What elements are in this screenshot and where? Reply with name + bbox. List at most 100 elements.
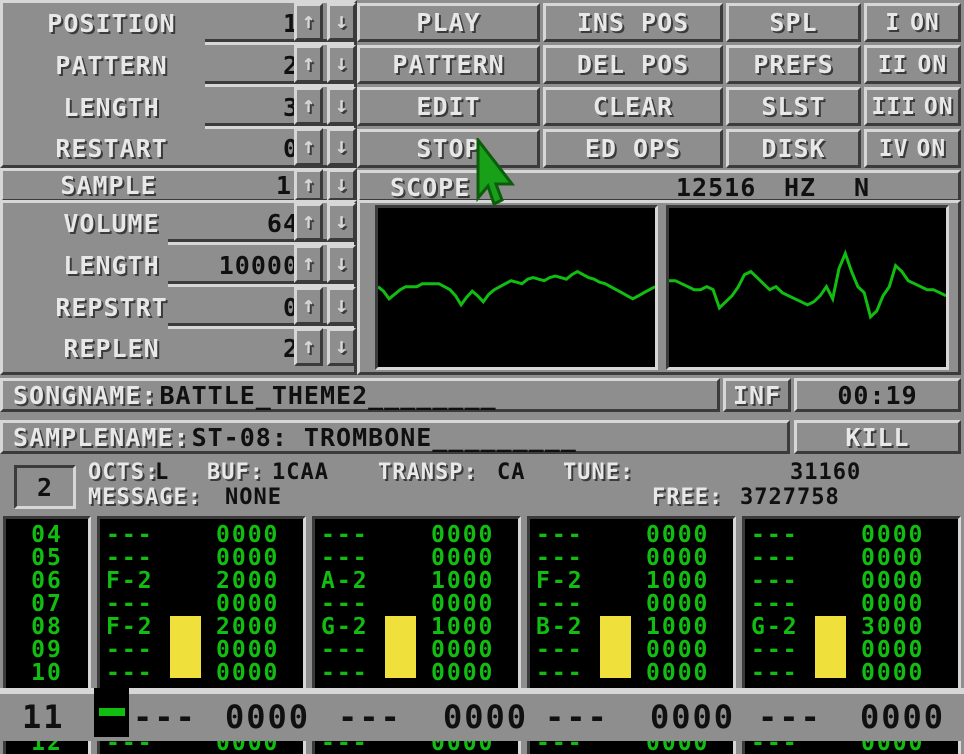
position-down-button[interactable]: ↓ bbox=[327, 3, 356, 41]
pattern-effect: 1000 bbox=[431, 614, 495, 640]
scope-status-bar[interactable]: SCOPE 12516 HZ N bbox=[357, 170, 961, 202]
pattern-down-button[interactable]: ↓ bbox=[327, 45, 356, 83]
pattern-cell[interactable]: --- 0000 bbox=[315, 639, 518, 662]
channel-4-vu-bar bbox=[815, 616, 846, 678]
spl-label: SPL bbox=[769, 8, 818, 37]
repstrt-down-button[interactable]: ↓ bbox=[327, 287, 356, 325]
length-down-button[interactable]: ↓ bbox=[327, 87, 356, 125]
clear-button[interactable]: CLEAR bbox=[543, 87, 723, 126]
samplename-field[interactable]: SAMPLENAME: ST-08: TROMBONE_________ bbox=[0, 420, 790, 454]
pattern-cell[interactable]: --- 0000 bbox=[745, 593, 958, 616]
current-edit-row[interactable]: 11 --- 0000 --- 0000 --- 0000 --- 0000 bbox=[0, 688, 964, 737]
pattern-channel-2[interactable]: --- 0000 --- 0000 A-2 1000 --- 0000 G-2 1000 --- 00… bbox=[312, 516, 521, 691]
pattern-cell[interactable]: --- 0000 bbox=[530, 524, 733, 547]
pattern-effect: 0000 bbox=[861, 568, 925, 594]
pattern-cell[interactable]: --- 0000 bbox=[100, 547, 303, 570]
pattern-button[interactable]: PATTERN bbox=[357, 45, 540, 84]
songname-value: BATTLE_THEME2________ bbox=[159, 380, 497, 410]
pattern-cell[interactable]: --- 0000 bbox=[100, 662, 303, 685]
pattern-channel-4[interactable]: --- 0000 --- 0000 --- 0000 --- 0000 G-2 3000 --- 00… bbox=[742, 516, 961, 691]
scope-left[interactable] bbox=[375, 205, 658, 370]
songname-field[interactable]: SONGNAME: BATTLE_THEME2________ bbox=[0, 378, 720, 412]
kill-button[interactable]: KILL bbox=[794, 420, 961, 454]
sample-label: SAMPLE bbox=[60, 170, 157, 200]
sample-length-value: 10000 bbox=[218, 250, 299, 280]
pattern-cell[interactable]: G-2 1000 bbox=[315, 616, 518, 639]
edit-label: EDIT bbox=[416, 92, 481, 121]
pattern-cell[interactable]: --- 0000 bbox=[745, 639, 958, 662]
pattern-note: A-2 bbox=[321, 568, 369, 594]
ed-ops-button[interactable]: ED OPS bbox=[543, 129, 723, 168]
pattern-channel-1[interactable]: --- 0000 --- 0000 F-2 2000 --- 0000 F-2 2000 --- 00… bbox=[97, 516, 306, 691]
pattern-cell[interactable]: --- 0000 bbox=[745, 570, 958, 593]
disk-button[interactable]: DISK bbox=[726, 129, 861, 168]
pattern-cell[interactable]: --- 0000 bbox=[530, 547, 733, 570]
pattern-cell[interactable]: F-2 2000 bbox=[100, 616, 303, 639]
ed-ops-label: ED OPS bbox=[584, 134, 682, 163]
scope-right[interactable] bbox=[666, 205, 949, 370]
pattern-cell[interactable]: --- 0000 bbox=[100, 524, 303, 547]
pattern-note: --- bbox=[751, 522, 799, 548]
slst-button[interactable]: SLST bbox=[726, 87, 861, 126]
pattern-cell[interactable]: --- 0000 bbox=[745, 547, 958, 570]
row-number-column: 04 05 06 07 08 09 10 bbox=[3, 516, 91, 691]
arrow-up-icon: ↑ bbox=[301, 9, 316, 34]
restart-down-button[interactable]: ↓ bbox=[327, 128, 356, 166]
del-pos-button[interactable]: DEL POS bbox=[543, 45, 723, 84]
channel-2-toggle[interactable]: II ON bbox=[864, 45, 961, 84]
sample-down-button[interactable]: ↓ bbox=[327, 169, 356, 201]
volume-up-button[interactable]: ↑ bbox=[294, 203, 323, 241]
pattern-cell[interactable]: --- 0000 bbox=[100, 639, 303, 662]
pattern-cell[interactable]: F-2 1000 bbox=[530, 570, 733, 593]
repstrt-up-button[interactable]: ↑ bbox=[294, 287, 323, 325]
scope-right-waveform bbox=[669, 249, 946, 320]
inf-button[interactable]: INF bbox=[723, 378, 791, 412]
channel-3-toggle[interactable]: III ON bbox=[864, 87, 961, 126]
replen-down-button[interactable]: ↓ bbox=[327, 328, 356, 366]
volume-down-button[interactable]: ↓ bbox=[327, 203, 356, 241]
sample-length-up-button[interactable]: ↑ bbox=[294, 245, 323, 283]
restart-up-button[interactable]: ↑ bbox=[294, 128, 323, 166]
restart-value: 0 bbox=[282, 133, 299, 163]
channel-2-vu-bar bbox=[385, 616, 416, 678]
next-row-channel-4: --- 0000 bbox=[742, 741, 961, 754]
pattern-cell[interactable]: --- 0000 bbox=[100, 593, 303, 616]
inf-label: INF bbox=[732, 380, 782, 410]
replen-up-button[interactable]: ↑ bbox=[294, 328, 323, 366]
pattern-up-button[interactable]: ↑ bbox=[294, 45, 323, 83]
pattern-cell[interactable]: --- 0000 bbox=[315, 524, 518, 547]
pattern-cell[interactable]: --- 0000 bbox=[315, 662, 518, 685]
prefs-button[interactable]: PREFS bbox=[726, 45, 861, 84]
current-row-ch4-note: --- bbox=[758, 698, 822, 736]
spl-button[interactable]: SPL bbox=[726, 3, 861, 42]
sample-up-button[interactable]: ↑ bbox=[294, 169, 323, 201]
pattern-cell[interactable]: --- 0000 bbox=[530, 639, 733, 662]
length-up-button[interactable]: ↑ bbox=[294, 87, 323, 125]
pattern-cell[interactable]: --- 0000 bbox=[315, 593, 518, 616]
position-up-button[interactable]: ↑ bbox=[294, 3, 323, 41]
pattern-cell[interactable]: --- 0000 bbox=[530, 593, 733, 616]
pattern-cell[interactable]: --- 0000 bbox=[745, 524, 958, 547]
channel-1-toggle[interactable]: I ON bbox=[864, 3, 961, 42]
pattern-cell[interactable]: --- 0000 bbox=[530, 662, 733, 685]
pattern-cell[interactable]: B-2 1000 bbox=[530, 616, 733, 639]
next-row-ch4-note: --- bbox=[751, 741, 799, 754]
replen-value: 2 bbox=[282, 333, 299, 363]
pattern-cell[interactable]: A-2 1000 bbox=[315, 570, 518, 593]
ins-pos-button[interactable]: INS POS bbox=[543, 3, 723, 42]
prefs-label: PREFS bbox=[753, 50, 834, 79]
pattern-cell[interactable]: --- 0000 bbox=[745, 662, 958, 685]
sample-length-down-button[interactable]: ↓ bbox=[327, 245, 356, 283]
channel-4-toggle[interactable]: IV ON bbox=[864, 129, 961, 168]
stop-button[interactable]: STOP bbox=[357, 129, 540, 168]
edit-button[interactable]: EDIT bbox=[357, 87, 540, 126]
pattern-label: PATTERN bbox=[392, 50, 505, 79]
pattern-channel-3[interactable]: --- 0000 --- 0000 F-2 1000 --- 0000 B-2 1000 --- 00… bbox=[527, 516, 736, 691]
pattern-cell[interactable]: --- 0000 bbox=[315, 547, 518, 570]
play-button[interactable]: PLAY bbox=[357, 3, 540, 42]
pattern-cell[interactable]: G-2 3000 bbox=[745, 616, 958, 639]
pattern-effect: 3000 bbox=[861, 614, 925, 640]
divider bbox=[0, 688, 964, 694]
pattern-number-box[interactable]: 2 bbox=[14, 465, 76, 509]
pattern-cell[interactable]: F-2 2000 bbox=[100, 570, 303, 593]
